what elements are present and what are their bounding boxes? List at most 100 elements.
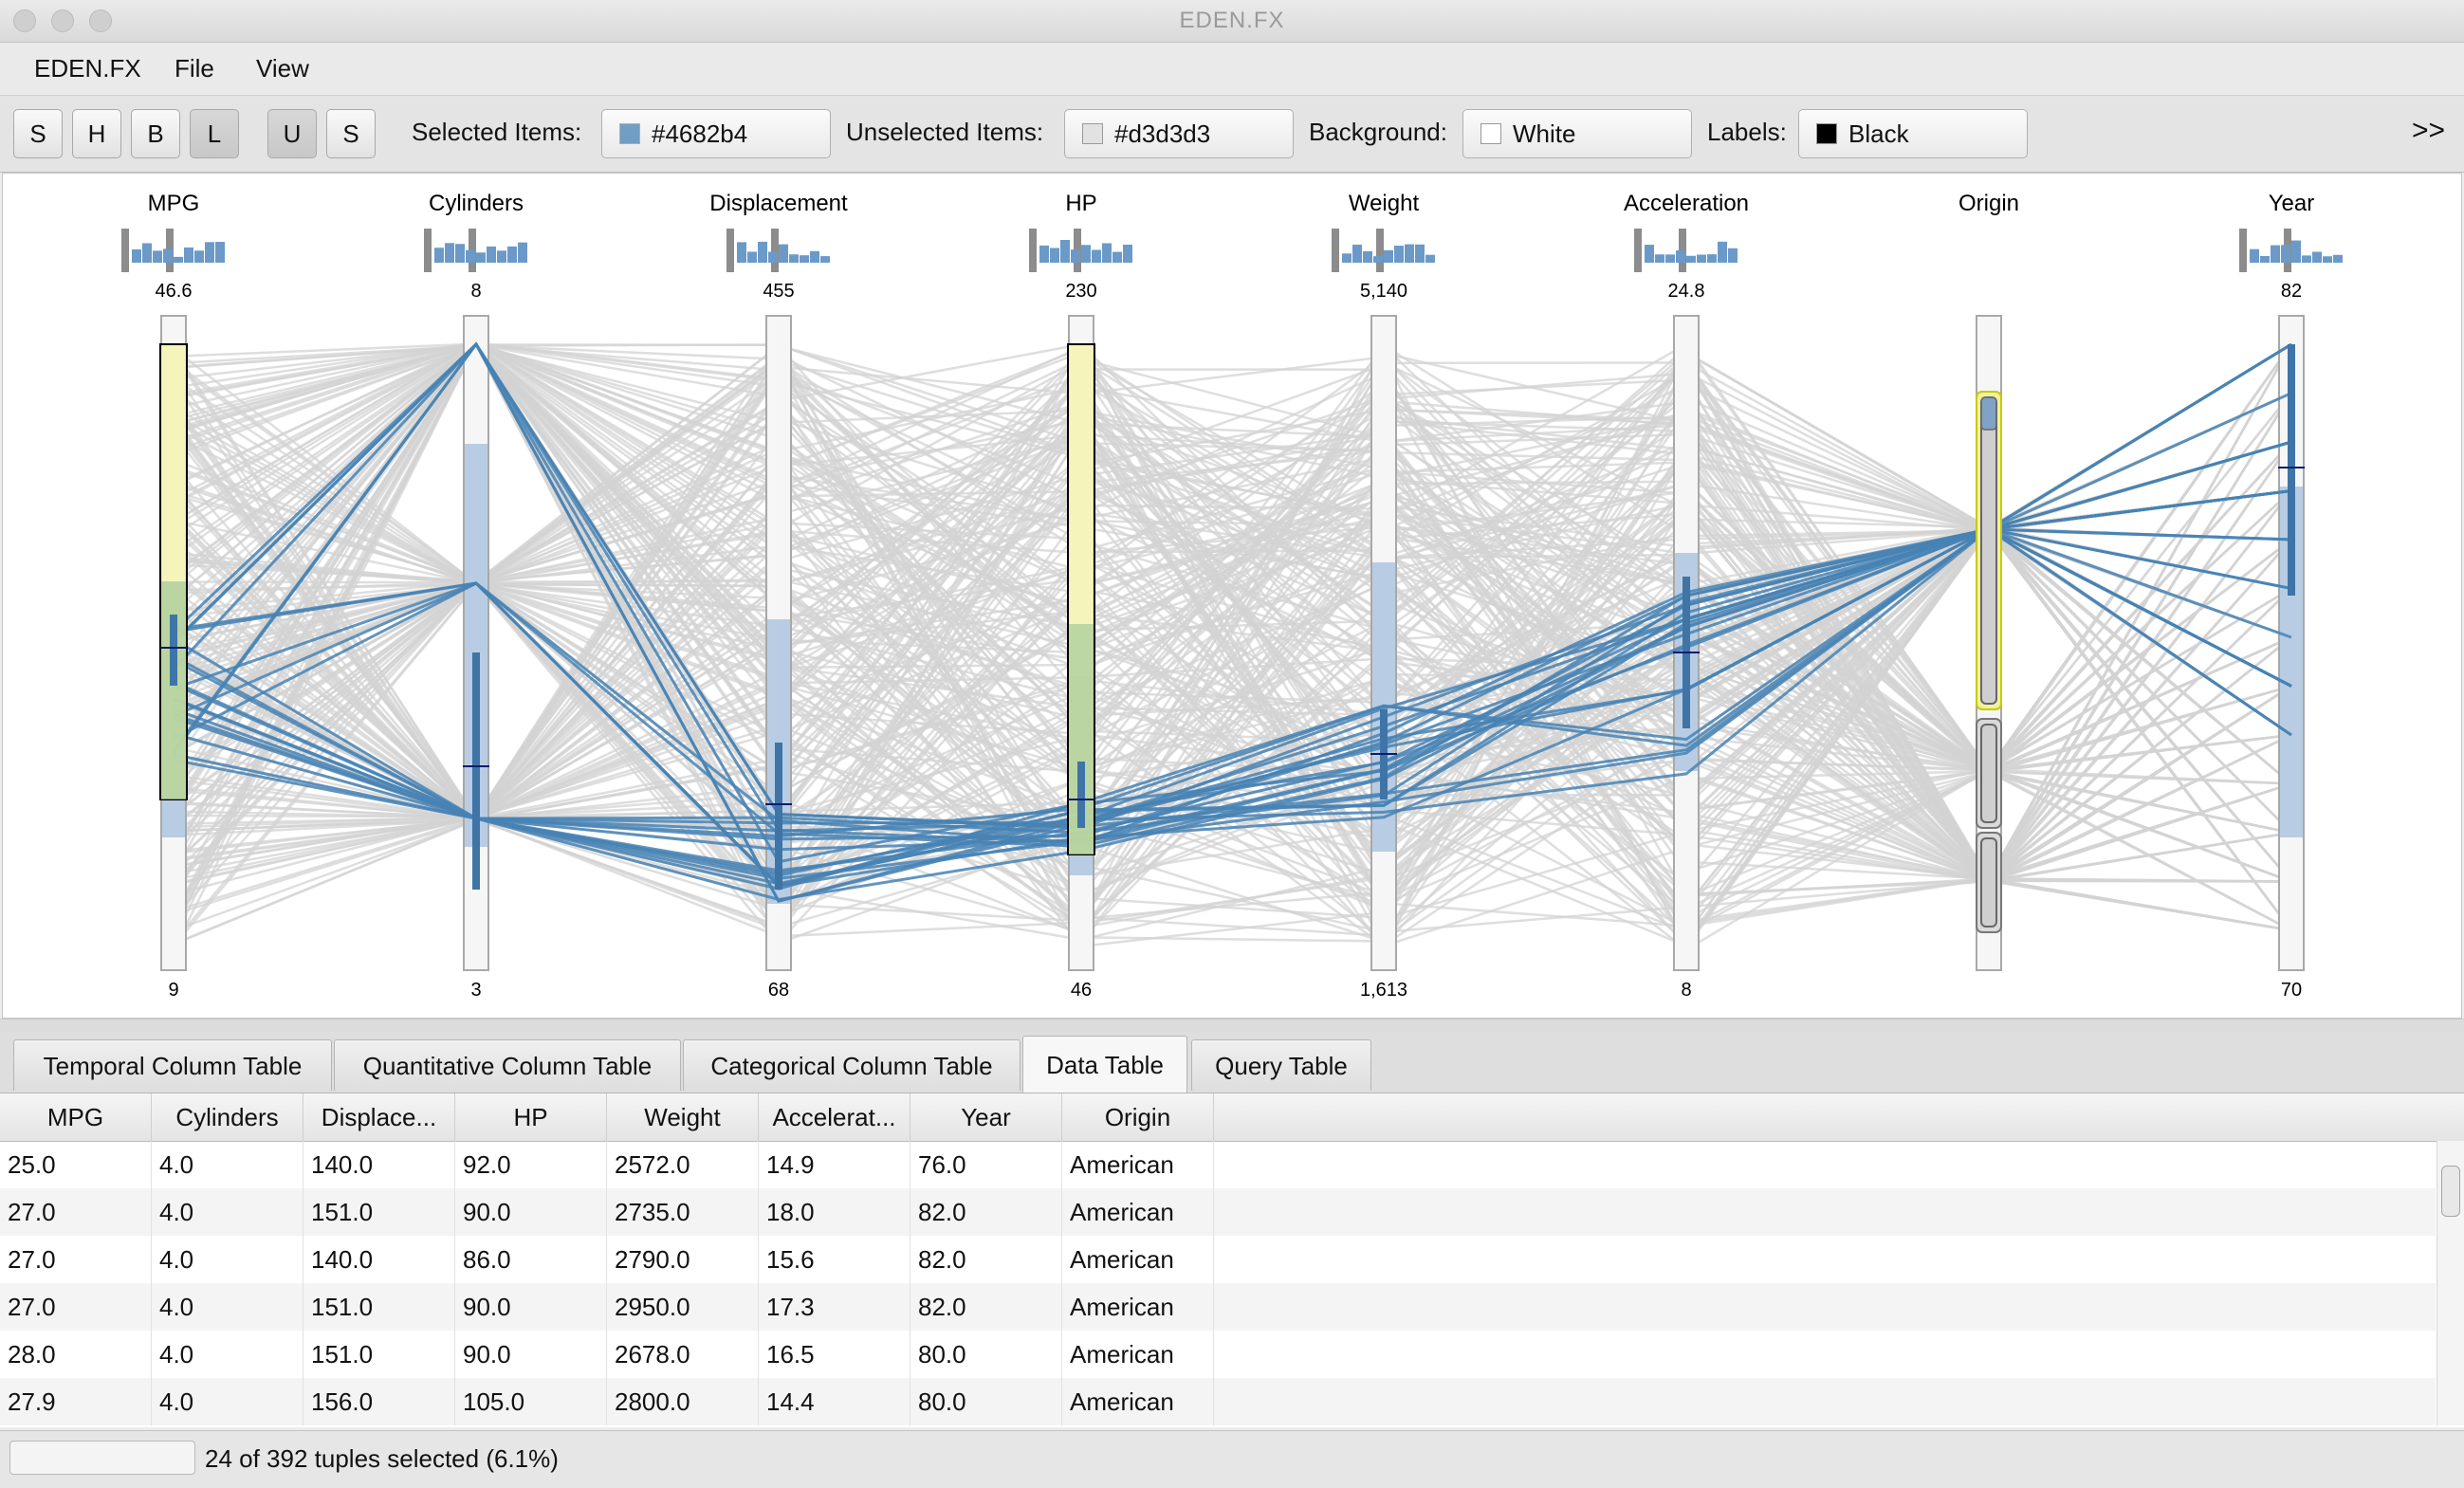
table-cell: 2572.0: [607, 1141, 759, 1188]
axis-title-displacement[interactable]: Displacement: [709, 191, 848, 216]
labels-label: Labels:: [1707, 118, 1787, 146]
table-cell: 76.0: [910, 1141, 1062, 1188]
menu-file[interactable]: File: [175, 54, 214, 83]
histogram-bar: [424, 229, 432, 272]
table-cell: American: [1062, 1236, 1214, 1283]
table-row[interactable]: 28.0 4.0 151.0 90.0 2678.0 16.5 80.0 American: [0, 1331, 2436, 1378]
menu-edenfx[interactable]: EDEN.FX: [34, 54, 141, 83]
origin-category-fill: [1980, 837, 1997, 928]
histogram-bar: [1394, 246, 1404, 263]
column-header-acceleration[interactable]: Accelerat...: [759, 1093, 910, 1141]
table-row[interactable]: 27.0 4.0 151.0 90.0 2950.0 17.3 82.0 American: [0, 1283, 2436, 1331]
column-header-origin[interactable]: Origin: [1062, 1093, 1214, 1141]
histogram-bar: [132, 248, 141, 263]
table-header: MPG Cylinders Displace... HP Weight Acce…: [0, 1093, 2464, 1142]
table-cell: 18.0: [759, 1188, 910, 1236]
axis-min-acceleration: 8: [1681, 980, 1691, 1001]
axis-title-year[interactable]: Year: [2269, 191, 2315, 216]
histogram-bar: [153, 250, 162, 263]
menu-view[interactable]: View: [256, 54, 309, 83]
window-title: EDEN.FX: [1179, 8, 1285, 33]
tab-temporal-column-table[interactable]: Temporal Column Table: [13, 1039, 332, 1091]
histogram-bar: [1112, 251, 1122, 263]
table-cell: 15.6: [759, 1236, 910, 1283]
histogram-bar: [1092, 249, 1101, 263]
tab-categorical-column-table[interactable]: Categorical Column Table: [683, 1039, 1021, 1091]
progress-bar: [9, 1441, 195, 1475]
axis-title-mpg[interactable]: MPG: [148, 191, 200, 216]
table-cell: 140.0: [303, 1236, 455, 1283]
toggle-s-button[interactable]: S: [13, 109, 63, 158]
table-cell: 151.0: [303, 1331, 455, 1378]
histogram-bar: [2281, 245, 2290, 263]
table-cell: 82.0: [910, 1283, 1062, 1331]
tab-query-table[interactable]: Query Table: [1191, 1039, 1371, 1091]
histogram-bar: [163, 248, 173, 263]
histogram-bar: [1363, 250, 1372, 263]
histogram-bar: [1123, 244, 1132, 263]
table-scrollbar[interactable]: [2436, 1141, 2464, 1425]
toggle-u-button[interactable]: U: [267, 109, 317, 158]
histogram-bar: [1415, 244, 1425, 263]
table-cell: American: [1062, 1141, 1214, 1188]
histogram-bar: [758, 241, 767, 263]
table-cell: 17.3: [759, 1283, 910, 1331]
column-header-hp[interactable]: HP: [455, 1093, 607, 1141]
axis-max-cylinders: 8: [470, 281, 481, 302]
table-row[interactable]: 27.0 4.0 140.0 86.0 2790.0 15.6 82.0 American: [0, 1236, 2436, 1283]
histogram-bar: [768, 251, 778, 263]
toolbar-overflow-button[interactable]: >>: [2412, 115, 2445, 147]
background-color-picker[interactable]: White: [1462, 109, 1692, 158]
table-row[interactable]: 27.0 4.0 151.0 90.0 2735.0 18.0 82.0 American: [0, 1188, 2436, 1236]
table-row[interactable]: 25.0 4.0 140.0 92.0 2572.0 14.9 76.0 American: [0, 1141, 2436, 1188]
table-cell: 156.0: [303, 1378, 455, 1425]
tab-data-table[interactable]: Data Table: [1022, 1036, 1187, 1093]
table-cell: 4.0: [152, 1331, 303, 1378]
table-cell: 90.0: [455, 1331, 607, 1378]
table-cell: 140.0: [303, 1141, 455, 1188]
tab-quantitative-column-table[interactable]: Quantitative Column Table: [334, 1039, 681, 1091]
axis-title-acceleration[interactable]: Acceleration: [1624, 191, 1749, 216]
toggle-h-button[interactable]: H: [72, 109, 121, 158]
histogram-bar: [1102, 243, 1112, 263]
column-header-year[interactable]: Year: [910, 1093, 1062, 1141]
toggle-s2-button[interactable]: S: [326, 109, 376, 158]
selected-color-swatch: [619, 123, 640, 144]
axis-title-cylinders[interactable]: Cylinders: [429, 191, 524, 216]
histogram-bar: [2333, 254, 2343, 263]
toggle-l-button[interactable]: L: [190, 109, 239, 158]
labels-color-picker[interactable]: Black: [1798, 109, 2028, 158]
column-header-mpg[interactable]: MPG: [0, 1093, 152, 1141]
table-cell: American: [1062, 1378, 1214, 1425]
histogram-bar: [476, 252, 486, 263]
table-cell: American: [1062, 1331, 1214, 1378]
axis-title-origin[interactable]: Origin: [1958, 191, 2019, 216]
axis-title-hp[interactable]: HP: [1065, 191, 1096, 216]
table-cell: 90.0: [455, 1283, 607, 1331]
toggle-b-button[interactable]: B: [131, 109, 180, 158]
parallel-coordinates-plot[interactable]: MPG Cylinders Displacement HP Weight Acc…: [2, 173, 2462, 1019]
table-cell: American: [1062, 1188, 1214, 1236]
axis-min-displacement: 68: [768, 980, 789, 1001]
selected-color-picker[interactable]: #4682b4: [601, 109, 831, 158]
histogram-bar: [174, 256, 183, 263]
dispersion-bar: [2288, 344, 2295, 596]
histogram-bar: [194, 250, 204, 263]
scrollbar-thumb[interactable]: [2441, 1166, 2460, 1217]
labels-color-swatch: [1816, 123, 1837, 144]
unselected-color-picker[interactable]: #d3d3d3: [1064, 109, 1294, 158]
axis-title-weight[interactable]: Weight: [1349, 191, 1420, 216]
table-row[interactable]: 27.9 4.0 156.0 105.0 2800.0 14.4 80.0 American: [0, 1378, 2436, 1425]
histogram-bar: [737, 242, 746, 263]
table-cell: 4.0: [152, 1188, 303, 1236]
dispersion-bar: [472, 652, 480, 890]
histogram-bar: [2271, 245, 2280, 263]
histogram-bar: [184, 247, 193, 263]
column-header-cylinders[interactable]: Cylinders: [152, 1093, 303, 1141]
column-header-displacement[interactable]: Displace...: [303, 1093, 455, 1141]
histogram-bar: [121, 229, 129, 272]
split-pane-divider[interactable]: [0, 1019, 2464, 1033]
histogram-bar: [1645, 245, 1654, 263]
column-header-weight[interactable]: Weight: [607, 1093, 759, 1141]
table-cell: 105.0: [455, 1378, 607, 1425]
